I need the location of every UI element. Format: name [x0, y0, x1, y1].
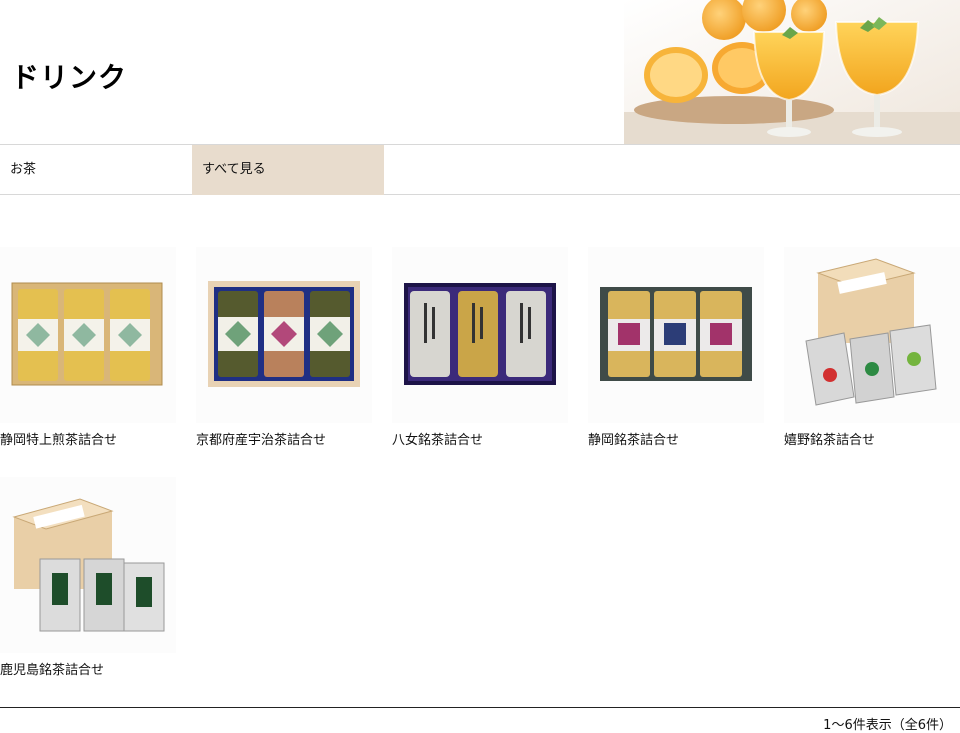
product-image[interactable]	[392, 247, 568, 423]
product-name[interactable]: 静岡特上煎茶詰合せ	[0, 429, 176, 448]
tab-view-all[interactable]: すべて見る	[192, 145, 384, 195]
product-name[interactable]: 静岡銘茶詰合せ	[588, 429, 764, 448]
product-name[interactable]: 鹿児島銘茶詰合せ	[0, 659, 176, 678]
divider	[0, 707, 960, 708]
product-image[interactable]	[0, 477, 176, 653]
page-header: ドリンク	[0, 0, 960, 145]
banner-image-orange-juice	[624, 0, 960, 145]
product-image[interactable]	[196, 247, 372, 423]
product-image[interactable]	[784, 247, 960, 423]
product-name[interactable]: 嬉野銘茶詰合せ	[784, 429, 960, 448]
result-count: 1～6件表示（全6件）	[823, 718, 952, 733]
product-card[interactable]: 京都府産宇治茶詰合せ	[196, 247, 372, 448]
product-card[interactable]: 静岡特上煎茶詰合せ	[0, 247, 176, 448]
product-card[interactable]: 八女銘茶詰合せ	[392, 247, 568, 448]
product-card[interactable]: 嬉野銘茶詰合せ	[784, 247, 960, 448]
product-card[interactable]: 静岡銘茶詰合せ	[588, 247, 764, 448]
category-tabs: お茶 すべて見る	[0, 144, 960, 195]
tab-tea[interactable]: お茶	[0, 145, 192, 195]
product-card[interactable]: 鹿児島銘茶詰合せ	[0, 477, 176, 678]
page-title: ドリンク	[11, 61, 128, 94]
product-name[interactable]: 京都府産宇治茶詰合せ	[196, 429, 372, 448]
product-name[interactable]: 八女銘茶詰合せ	[392, 429, 568, 448]
product-image[interactable]	[0, 247, 176, 423]
product-image[interactable]	[588, 247, 764, 423]
